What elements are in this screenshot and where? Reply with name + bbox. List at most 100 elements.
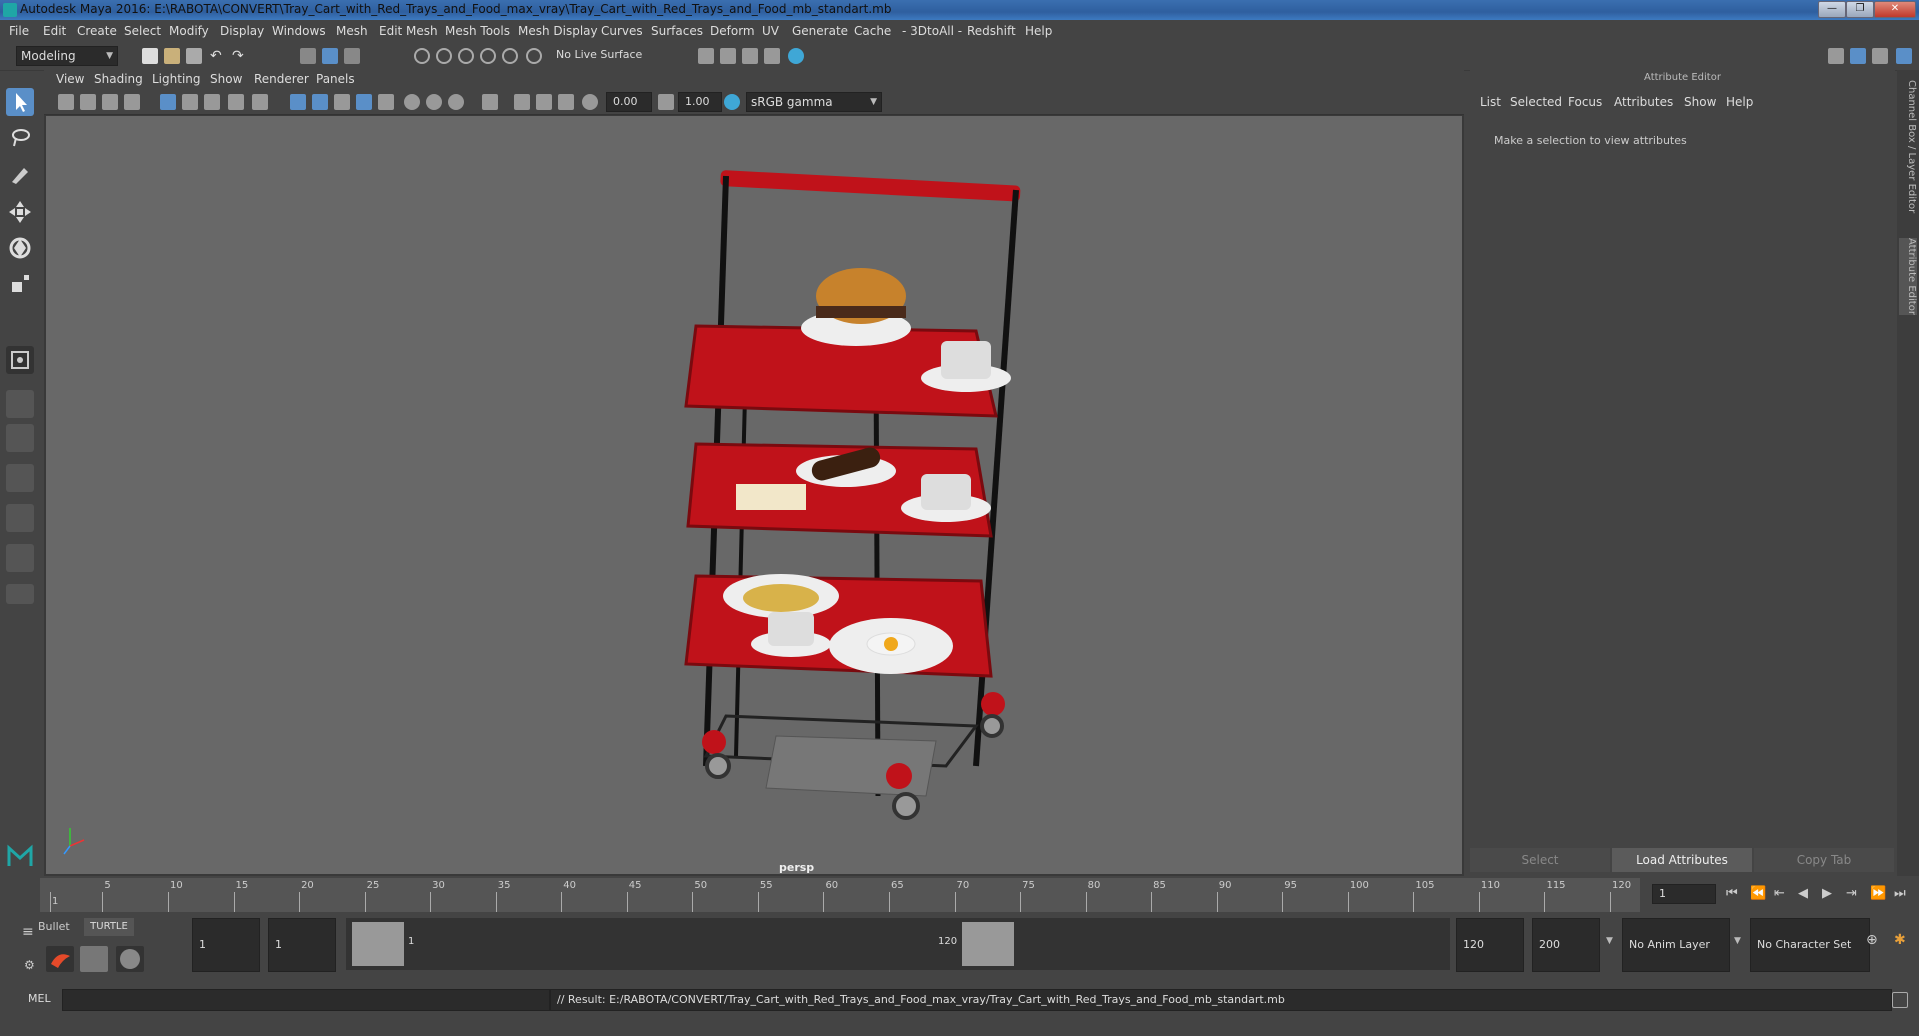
attr-menu-attributes[interactable]: Attributes	[1614, 95, 1673, 109]
menu-mesh-tools[interactable]: Mesh Tools	[445, 24, 510, 38]
rotate-tool-icon[interactable]	[6, 234, 34, 262]
ipr-render-icon[interactable]	[742, 48, 758, 64]
attr-menu-list[interactable]: List	[1480, 95, 1501, 109]
render-shelf-icon[interactable]	[80, 946, 108, 972]
lasso-tool-icon[interactable]	[6, 124, 34, 152]
move-tool-icon[interactable]	[6, 198, 34, 226]
time-ruler[interactable]: 1 5 10 15 20 25 30 35 40 45 50 55 60 65 70 75 80 85 90 95 10…	[40, 878, 1640, 912]
shelf-tab-bullet[interactable]: Bullet	[38, 920, 74, 933]
select-hierarchy-icon[interactable]	[300, 48, 316, 64]
command-input[interactable]	[62, 989, 550, 1011]
render-current-icon[interactable]	[720, 48, 736, 64]
shadows-icon[interactable]	[378, 94, 394, 110]
xray-joints-icon[interactable]	[536, 94, 552, 110]
new-scene-icon[interactable]	[142, 48, 158, 64]
panel-menu-panels[interactable]: Panels	[316, 72, 355, 86]
chevron-down-icon[interactable]: ▼	[1734, 936, 1741, 946]
panel-menu-lighting[interactable]: Lighting	[152, 72, 201, 86]
shelf-tab-turtle[interactable]: TURTLE	[84, 918, 134, 936]
menu-curves[interactable]: Curves	[601, 24, 643, 38]
step-back-icon[interactable]: ⏪	[1750, 886, 1766, 901]
mode-selector[interactable]: Modeling ▼	[16, 46, 118, 66]
textured-icon[interactable]	[334, 94, 350, 110]
fire-shelf-icon[interactable]	[46, 946, 74, 972]
step-forward-icon[interactable]: ⏩	[1870, 886, 1886, 901]
render-settings-icon[interactable]	[764, 48, 780, 64]
snap-grid-icon[interactable]	[414, 48, 430, 64]
character-set-selector[interactable]: No Character Set	[1750, 918, 1870, 972]
attribute-editor-toggle-icon[interactable]	[1896, 48, 1912, 64]
snap-point-icon[interactable]	[458, 48, 474, 64]
menu-select[interactable]: Select	[124, 24, 161, 38]
range-start-handle[interactable]	[352, 922, 404, 966]
grid-toggle-icon[interactable]	[160, 94, 176, 110]
select-tool-icon[interactable]	[6, 88, 34, 116]
channel-box-toggle-icon[interactable]	[1850, 48, 1866, 64]
menu-mesh-display[interactable]: Mesh Display	[518, 24, 598, 38]
film-gate-icon[interactable]	[182, 94, 198, 110]
snap-pivot-icon[interactable]	[526, 48, 542, 64]
minimize-button[interactable]: —	[1818, 1, 1846, 18]
attr-menu-focus[interactable]: Focus	[1568, 95, 1602, 109]
camera-attributes-icon[interactable]	[80, 94, 96, 110]
auto-key-icon[interactable]: ⊕	[1866, 932, 1878, 948]
menu-uv[interactable]: UV	[762, 24, 779, 38]
undo-icon[interactable]: ↶	[210, 48, 226, 64]
snap-curve-icon[interactable]	[436, 48, 452, 64]
menu-modify[interactable]: Modify	[169, 24, 209, 38]
panel-menu-view[interactable]: View	[56, 72, 84, 86]
sphere-shelf-icon[interactable]	[116, 946, 144, 972]
chevron-down-icon[interactable]: ▼	[1606, 936, 1613, 946]
snap-view-plane-icon[interactable]	[480, 48, 496, 64]
xray-icon[interactable]	[514, 94, 530, 110]
menu-mesh[interactable]: Mesh	[336, 24, 368, 38]
wireframe-icon[interactable]	[290, 94, 306, 110]
menu-cache[interactable]: Cache	[854, 24, 891, 38]
play-forwards-icon[interactable]: ▶	[1822, 886, 1832, 901]
hypershade-icon[interactable]	[788, 48, 804, 64]
isolate-select-icon[interactable]	[482, 94, 498, 110]
render-view-icon[interactable]	[698, 48, 714, 64]
copy-tab-button[interactable]: Copy Tab	[1754, 848, 1894, 872]
camera-select-icon[interactable]	[58, 94, 74, 110]
current-frame-field[interactable]: 1	[1652, 884, 1716, 904]
load-attributes-button[interactable]: Load Attributes	[1612, 848, 1752, 872]
playback-end-field[interactable]: 120	[1456, 918, 1524, 972]
anim-preferences-icon[interactable]: ✱	[1894, 932, 1906, 948]
animation-end-field[interactable]: 200	[1532, 918, 1600, 972]
menu-surfaces[interactable]: Surfaces	[651, 24, 703, 38]
shelf-menu-icon[interactable]: ≡	[22, 924, 34, 940]
xray-components-icon[interactable]	[558, 94, 574, 110]
color-management-icon[interactable]	[724, 94, 740, 110]
anim-layer-selector[interactable]: No Anim Layer	[1622, 918, 1730, 972]
panel-menu-show[interactable]: Show	[210, 72, 242, 86]
layout-outliner-icon[interactable]	[6, 464, 34, 492]
exposure-icon[interactable]	[582, 94, 598, 110]
menu-windows[interactable]: Windows	[272, 24, 326, 38]
select-component-icon[interactable]	[344, 48, 360, 64]
maya-home-icon[interactable]	[6, 842, 34, 870]
layout-hypershade-icon[interactable]	[6, 544, 34, 572]
time-slider[interactable]: 1 5 10 15 20 25 30 35 40 45 50 55 60 65 70 75 80 85 90 95 10…	[0, 878, 1919, 912]
maximize-button[interactable]: ❐	[1846, 1, 1874, 18]
panel-menu-shading[interactable]: Shading	[94, 72, 143, 86]
menu-edit[interactable]: Edit	[43, 24, 66, 38]
range-slider[interactable]: 1 120	[346, 918, 1450, 970]
color-space-selector[interactable]: sRGB gamma ▼	[746, 92, 882, 112]
menu-deform[interactable]: Deform	[710, 24, 755, 38]
select-object-icon[interactable]	[322, 48, 338, 64]
attr-menu-selected[interactable]: Selected	[1510, 95, 1562, 109]
resolution-gate-icon[interactable]	[204, 94, 220, 110]
panel-menu-renderer[interactable]: Renderer	[254, 72, 309, 86]
last-tool-icon[interactable]	[6, 346, 34, 374]
menu-create[interactable]: Create	[77, 24, 117, 38]
motion-blur-icon[interactable]	[426, 94, 442, 110]
gate-mask-icon[interactable]	[228, 94, 244, 110]
3d-viewport[interactable]: persp	[46, 116, 1462, 874]
bookmark-icon[interactable]	[102, 94, 118, 110]
smooth-shade-icon[interactable]	[312, 94, 328, 110]
live-surface-label[interactable]: No Live Surface	[556, 48, 642, 61]
gamma-field[interactable]: 1.00	[678, 92, 722, 112]
channel-box-tab[interactable]: Channel Box / Layer Editor	[1899, 80, 1917, 213]
gamma-icon[interactable]	[658, 94, 674, 110]
